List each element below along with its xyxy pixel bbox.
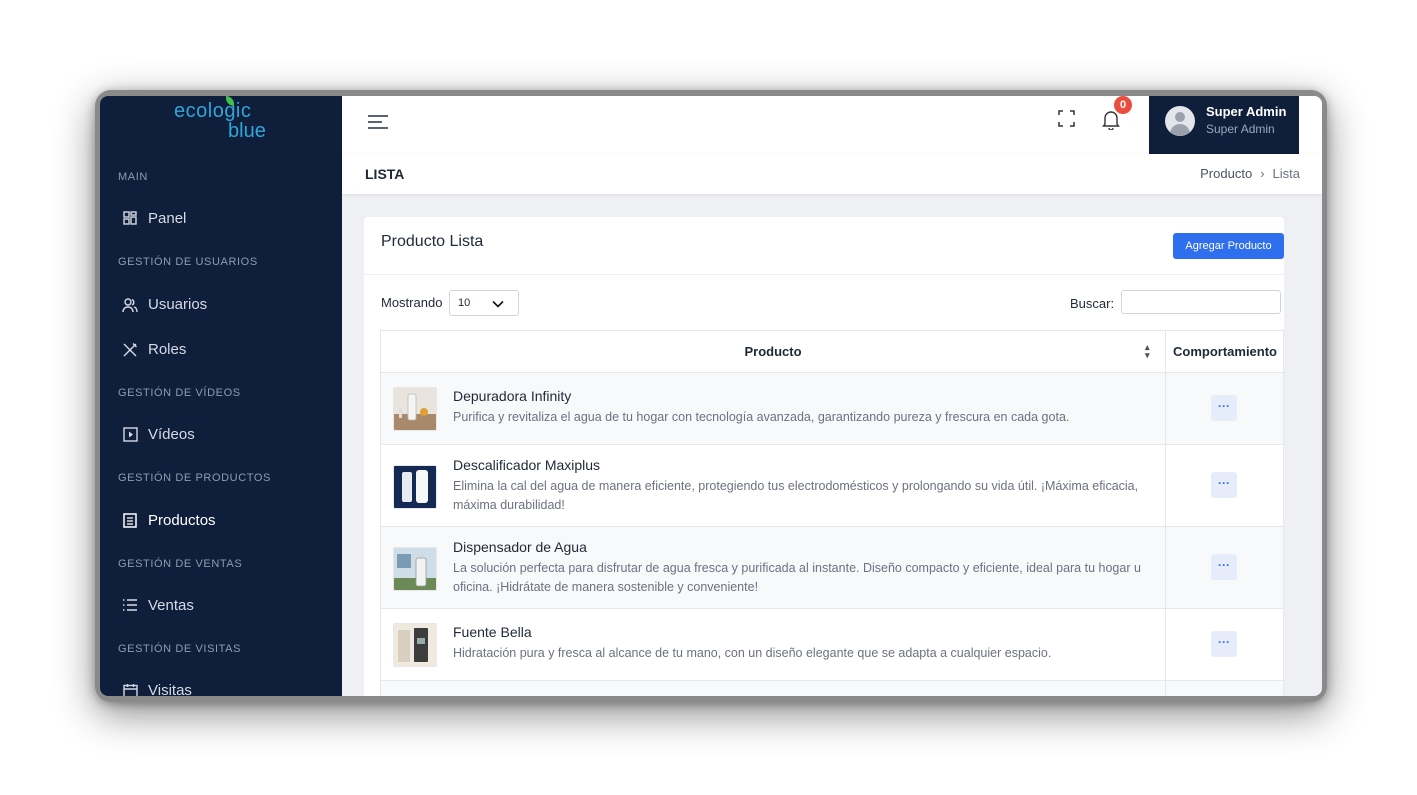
add-product-button[interactable]: Agregar Producto [1173, 233, 1284, 259]
more-actions-button[interactable]: ··· [1211, 554, 1237, 580]
breadcrumb: Producto › Lista [1200, 166, 1300, 181]
section-ventas: GESTIÓN DE VENTAS [118, 558, 243, 570]
sidebar-item-panel[interactable]: Panel [122, 210, 186, 227]
sidebar-item-videos[interactable]: Vídeos [122, 426, 195, 443]
tools-icon [122, 342, 138, 358]
list-icon [122, 598, 138, 614]
sidebar-item-productos[interactable]: Productos [122, 512, 216, 529]
sidebar-item-label: Ventas [148, 597, 194, 614]
sidebar-item-label: Panel [148, 210, 187, 227]
table-header: Producto ▴ ▾ Comportamiento [380, 330, 1284, 373]
page-size-select[interactable]: 10 [449, 290, 519, 316]
product-image [393, 465, 437, 509]
breadcrumb-current: Lista [1272, 166, 1300, 181]
users-icon [122, 297, 138, 313]
page-size-value: 10 [458, 297, 471, 309]
calendar-icon [122, 683, 138, 696]
notification-badge: 0 [1114, 96, 1132, 114]
sidebar-item-label: Usuarios [148, 296, 208, 313]
product-name: Descalificador Maxiplus [453, 457, 601, 473]
product-image [393, 623, 437, 667]
sidebar: ecologic blue MAIN Panel GESTIÓN DE USUA… [100, 96, 342, 696]
user-role: Super Admin [1206, 122, 1275, 136]
page-header: LISTA Producto › Lista [342, 154, 1322, 194]
sidebar-item-label: Productos [148, 512, 216, 529]
product-image [393, 547, 437, 591]
search-label: Buscar: [1070, 296, 1115, 311]
sidebar-item-label: Visitas [148, 682, 192, 696]
logo: ecologic blue [100, 96, 342, 152]
product-name: Dispensador de Agua [453, 539, 587, 555]
play-icon [122, 426, 138, 443]
more-actions-button[interactable]: ··· [1211, 395, 1237, 421]
more-actions-button[interactable]: ··· [1211, 472, 1237, 498]
product-description: Elimina la cal del agua de manera eficie… [453, 479, 1139, 512]
user-menu[interactable]: Super Admin Super Admin [1149, 96, 1299, 154]
section-visitas: GESTIÓN DE VISITAS [118, 643, 242, 655]
sidebar-item-roles[interactable]: Roles [122, 341, 186, 358]
product-list-card: Producto Lista Agregar Producto Mostrand… [364, 217, 1284, 696]
table-row: Dispensador de Agua La solución perfecta… [380, 527, 1284, 609]
product-name: Depuradora Infinity [453, 388, 572, 404]
column-header-label: Producto [744, 344, 802, 359]
chevron-down-icon [492, 293, 504, 313]
card-header: Producto Lista Agregar Producto [364, 217, 1284, 275]
table-row: Descalificador Maxiplus Elimina la cal d… [380, 445, 1284, 527]
fullscreen-icon[interactable] [1058, 110, 1076, 128]
more-actions-button[interactable]: ··· [1211, 631, 1237, 657]
actions-cell [1165, 681, 1284, 696]
table-row [380, 681, 1284, 696]
sidebar-item-ventas[interactable]: Ventas [122, 597, 194, 614]
section-videos: GESTIÓN DE VÍDEOS [118, 387, 241, 399]
user-name: Super Admin [1206, 104, 1287, 119]
sidebar-item-label: Roles [148, 341, 187, 358]
product-name: Fuente Bella [453, 624, 532, 640]
breadcrumb-link-producto[interactable]: Producto [1200, 166, 1252, 181]
logo-text-bottom: blue [228, 120, 266, 142]
sidebar-item-usuarios[interactable]: Usuarios [122, 296, 207, 313]
section-productos: GESTIÓN DE PRODUCTOS [118, 472, 271, 484]
avatar [1165, 106, 1195, 136]
sidebar-item-label: Vídeos [148, 426, 195, 443]
sidebar-item-visitas[interactable]: Visitas [122, 682, 192, 696]
table-row: Fuente Bella Hidratación pura y fresca a… [380, 609, 1284, 681]
sort-icon: ▴ ▾ [1145, 342, 1150, 360]
column-header-comportamiento: Comportamiento [1165, 331, 1284, 372]
product-description: Hidratación pura y fresca al alcance de … [453, 646, 1052, 660]
app-screen: ecologic blue MAIN Panel GESTIÓN DE USUA… [100, 96, 1322, 696]
section-usuarios: GESTIÓN DE USUARIOS [118, 256, 258, 268]
dashboard-icon [122, 210, 138, 227]
product-image [393, 387, 437, 431]
column-header-producto[interactable]: Producto ▴ ▾ [381, 331, 1165, 372]
document-icon [122, 512, 138, 529]
chevron-right-icon: › [1260, 166, 1265, 181]
product-description: Purifica y revitaliza el agua de tu hoga… [453, 410, 1070, 424]
topbar: 0 Super Admin Super Admin [342, 96, 1322, 155]
page-title: LISTA [365, 166, 405, 182]
card-title: Producto Lista [381, 233, 484, 250]
product-description: La solución perfecta para disfrutar de a… [453, 561, 1141, 594]
search-input[interactable] [1121, 290, 1281, 314]
show-entries-label: Mostrando [381, 295, 443, 310]
menu-toggle-icon[interactable] [368, 112, 388, 132]
section-main: MAIN [118, 171, 148, 183]
table-row: Depuradora Infinity Purifica y revitaliz… [380, 373, 1284, 445]
